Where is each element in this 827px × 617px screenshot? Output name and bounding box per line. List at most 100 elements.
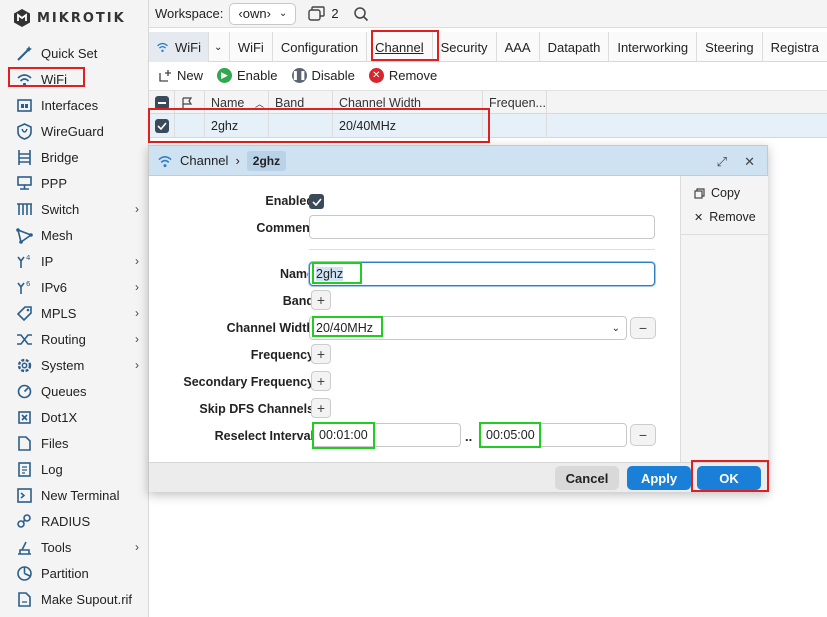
tab-channel[interactable]: Channel bbox=[367, 32, 433, 62]
sidebar-item-routing[interactable]: Routing › bbox=[0, 326, 149, 352]
ok-label: OK bbox=[719, 470, 739, 486]
ipv6-icon: 6 bbox=[15, 278, 34, 297]
frequency-add-button[interactable]: + bbox=[311, 344, 331, 364]
tab-steering[interactable]: Steering bbox=[697, 32, 763, 62]
sidebar-item-bridge[interactable]: Bridge bbox=[0, 144, 149, 170]
sidebar-item-label: Partition bbox=[41, 565, 89, 581]
queues-icon bbox=[15, 382, 34, 401]
maximize-icon[interactable]: ⤢ bbox=[717, 154, 727, 170]
channel-width-remove-button[interactable]: − bbox=[630, 317, 656, 339]
name-input[interactable]: 2ghz bbox=[309, 262, 655, 286]
close-icon: ✕ bbox=[694, 211, 704, 224]
new-button[interactable]: New bbox=[159, 68, 203, 83]
sidebar-item-partition[interactable]: Partition bbox=[0, 560, 149, 586]
tab-wifi[interactable]: WiFi bbox=[230, 32, 273, 62]
select-all-checkbox[interactable] bbox=[149, 91, 175, 115]
files-icon bbox=[15, 434, 34, 453]
sidebar-item-ppp[interactable]: PPP bbox=[0, 170, 149, 196]
channel-width-value: 20/40MHz bbox=[316, 321, 373, 335]
secondary-frequency-add-button[interactable]: + bbox=[311, 371, 331, 391]
sidebar-item-wireguard[interactable]: WireGuard bbox=[0, 118, 149, 144]
reselect-interval-from-input[interactable]: 00:01:00 bbox=[312, 423, 461, 447]
wifi-icon bbox=[158, 155, 172, 167]
tab-security[interactable]: Security bbox=[433, 32, 497, 62]
name-value: 2ghz bbox=[316, 267, 344, 281]
sidebar-item-dot1x[interactable]: Dot1X bbox=[0, 404, 149, 430]
reselect-to-value: 00:05:00 bbox=[486, 428, 535, 442]
band-label: Band bbox=[282, 294, 314, 308]
enable-button[interactable]: ▶ Enable bbox=[217, 67, 278, 83]
ppp-icon bbox=[15, 174, 34, 193]
sidebar-item-interfaces[interactable]: Interfaces bbox=[0, 92, 149, 118]
row-flag bbox=[175, 114, 205, 138]
sidebar-item-label: Mesh bbox=[41, 227, 73, 243]
toolbar: New ▶ Enable ❚❚ Disable ✕ Remove bbox=[149, 62, 827, 88]
tab-bar: WiFi ⌄ WiFi Configuration Channel Securi… bbox=[149, 32, 827, 62]
cancel-button[interactable]: Cancel bbox=[555, 466, 619, 490]
sidebar-item-wifi[interactable]: WiFi bbox=[0, 66, 149, 92]
sidebar-item-mesh[interactable]: Mesh bbox=[0, 222, 149, 248]
tab-registration[interactable]: Registra bbox=[763, 32, 827, 62]
sidebar-item-ip[interactable]: 4 IP › bbox=[0, 248, 149, 274]
tab-aaa[interactable]: AAA bbox=[497, 32, 540, 62]
disable-button[interactable]: ❚❚ Disable bbox=[291, 67, 355, 83]
comment-input[interactable] bbox=[309, 215, 655, 239]
dialog-form: Enabled Comment Name 2ghz Band + Channel… bbox=[149, 176, 680, 462]
tools-icon bbox=[15, 538, 34, 557]
sidebar-item-label: Interfaces bbox=[41, 97, 99, 113]
copy-button[interactable]: Copy bbox=[681, 181, 768, 205]
tab-label: Datapath bbox=[547, 39, 601, 55]
flag-column-header[interactable] bbox=[175, 91, 205, 115]
routing-icon bbox=[15, 330, 34, 349]
close-icon[interactable]: ✕ bbox=[744, 154, 755, 170]
remove-label: Remove bbox=[709, 210, 756, 224]
row-checkbox[interactable] bbox=[149, 114, 175, 138]
channel-width-select[interactable]: 20/40MHz ⌄ bbox=[309, 316, 627, 340]
tab-dropdown[interactable]: ⌄ bbox=[209, 32, 230, 62]
sidebar-item-log[interactable]: Log bbox=[0, 456, 149, 482]
tab-configuration[interactable]: Configuration bbox=[273, 32, 368, 62]
enabled-label: Enabled bbox=[265, 194, 314, 208]
radius-icon bbox=[15, 512, 34, 531]
remove-icon: ✕ bbox=[368, 67, 384, 83]
supout-icon bbox=[15, 590, 34, 609]
sidebar-item-make-supout[interactable]: Make Supout.rif bbox=[0, 586, 149, 612]
sidebar-item-switch[interactable]: Switch › bbox=[0, 196, 149, 222]
ok-button[interactable]: OK bbox=[697, 466, 761, 490]
sidebar-item-new-terminal[interactable]: New Terminal bbox=[0, 482, 149, 508]
reselect-interval-to-input[interactable]: 00:05:00 bbox=[479, 423, 627, 447]
remove-button[interactable]: ✕ Remove bbox=[368, 67, 437, 83]
band-add-button[interactable]: + bbox=[311, 290, 331, 310]
windows-icon bbox=[308, 6, 326, 21]
sidebar-item-system[interactable]: System › bbox=[0, 352, 149, 378]
tab-wifi-menu[interactable]: WiFi bbox=[149, 32, 209, 62]
sidebar-item-quick-set[interactable]: Quick Set bbox=[0, 40, 149, 66]
table-row[interactable]: 2ghz 20/40MHz bbox=[149, 114, 827, 138]
column-header-band[interactable]: Band bbox=[269, 91, 333, 115]
sidebar-item-queues[interactable]: Queues bbox=[0, 378, 149, 404]
windows-button[interactable]: 2 bbox=[308, 6, 339, 21]
workspace-select[interactable]: ‹own› ⌄ bbox=[229, 2, 297, 25]
sidebar-item-files[interactable]: Files bbox=[0, 430, 149, 456]
column-header-name[interactable]: Name ︿ bbox=[205, 91, 269, 115]
sidebar-item-mpls[interactable]: MPLS › bbox=[0, 300, 149, 326]
new-icon bbox=[159, 69, 171, 82]
remove-button[interactable]: ✕ Remove bbox=[681, 205, 768, 229]
tab-datapath[interactable]: Datapath bbox=[540, 32, 610, 62]
tab-interworking[interactable]: Interworking bbox=[609, 32, 698, 62]
sidebar-item-radius[interactable]: RADIUS bbox=[0, 508, 149, 534]
reselect-interval-remove-button[interactable]: − bbox=[630, 424, 656, 446]
partition-icon bbox=[15, 564, 34, 583]
chevron-right-icon: › bbox=[135, 202, 139, 216]
check-icon bbox=[155, 119, 169, 133]
search-button[interactable] bbox=[353, 6, 369, 22]
column-header-frequency[interactable]: Frequen... bbox=[483, 91, 547, 115]
workspace-value: ‹own› bbox=[238, 6, 271, 21]
apply-button[interactable]: Apply bbox=[627, 466, 691, 490]
sidebar-item-tools[interactable]: Tools › bbox=[0, 534, 149, 560]
skip-dfs-add-button[interactable]: + bbox=[311, 398, 331, 418]
dialog-footer: Cancel Apply OK bbox=[149, 462, 767, 492]
enabled-checkbox[interactable] bbox=[309, 194, 324, 209]
column-header-channel-width[interactable]: Channel Width bbox=[333, 91, 483, 115]
sidebar-item-ipv6[interactable]: 6 IPv6 › bbox=[0, 274, 149, 300]
